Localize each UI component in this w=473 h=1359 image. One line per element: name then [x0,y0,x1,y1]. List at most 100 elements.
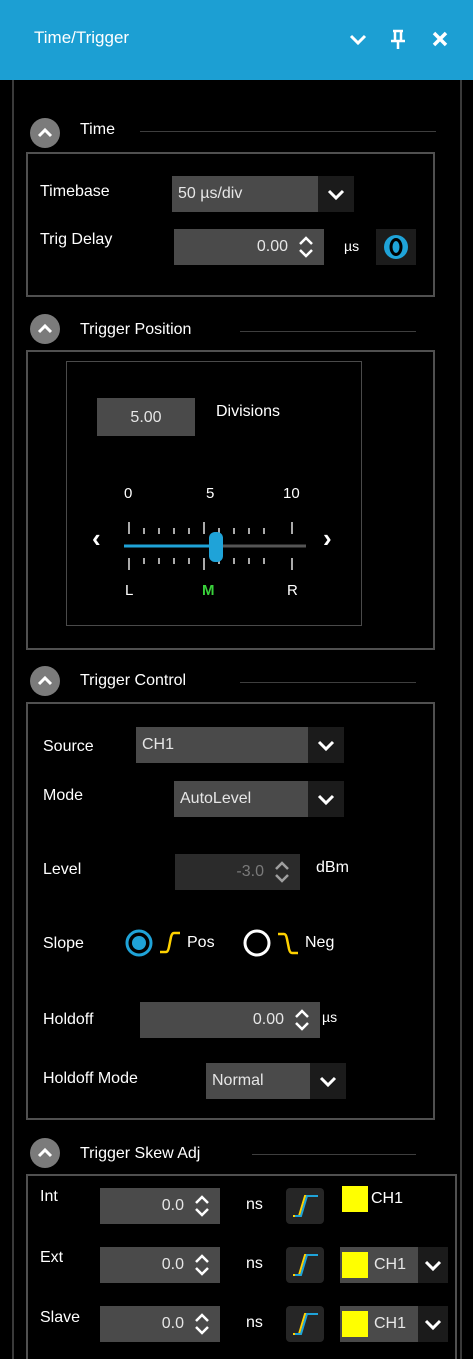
slope-pos-radio[interactable] [124,928,154,958]
section-divider [240,682,416,683]
slope-neg-radio[interactable] [242,928,272,958]
skew-slave-label: Slave [40,1309,81,1326]
chevron-down-icon[interactable] [308,727,344,763]
skew-ext-label: Ext [40,1249,64,1266]
chevron-down-icon[interactable] [343,22,373,56]
pin-icon[interactable] [383,22,413,56]
divisions-label: Divisions [216,403,281,420]
skew-slave-unit: ns [246,1314,263,1331]
rising-edge-icon [157,929,183,957]
trig-delay-spinbox[interactable]: 0.00 [174,229,324,265]
skew-edge-button[interactable] [286,1306,324,1342]
channel-color-swatch [342,1252,368,1278]
trigger-control-group [26,702,435,1120]
scale-tick-0: 0 [124,485,133,502]
spin-arrows-icon[interactable] [288,1005,316,1035]
source-dropdown[interactable]: CH1 [136,727,344,763]
source-value: CH1 [142,736,175,753]
title-bar: Time/Trigger [0,0,473,80]
trig-delay-label: Trig Delay [40,231,113,248]
section-divider [140,131,436,132]
slope-pos-label: Pos [187,934,215,951]
scale-marker-right: R [287,582,298,599]
chevron-down-icon[interactable] [318,176,354,212]
section-title-time: Time [80,121,115,138]
skew-edge-button[interactable] [286,1188,324,1224]
skew-int-spinbox[interactable]: 0.0 [100,1188,220,1224]
skew-ext-channel-dropdown[interactable]: CH1 [340,1247,448,1283]
skew-slave-channel-dropdown[interactable]: CH1 [340,1306,448,1342]
skew-slave-value: 0.0 [161,1315,184,1332]
skew-slave-channel: CH1 [374,1315,407,1332]
skew-ext-spinbox[interactable]: 0.0 [100,1247,220,1283]
spin-arrows-icon[interactable] [188,1191,216,1221]
skew-slave-spinbox[interactable]: 0.0 [100,1306,220,1342]
section-title-trigger-position: Trigger Position [80,321,192,338]
close-icon[interactable] [425,22,455,56]
timebase-label: Timebase [40,183,110,200]
scale-marker-middle: M [202,582,215,599]
holdoff-label: Holdoff [43,1011,94,1028]
spin-arrows-icon[interactable] [268,857,296,887]
window-title: Time/Trigger [34,28,130,47]
mode-value: AutoLevel [180,790,252,807]
spin-arrows-icon[interactable] [292,232,320,262]
collapse-trigger-control-button[interactable] [30,666,60,696]
collapse-trigger-skew-button[interactable] [30,1138,60,1168]
skew-int-channel: CH1 [371,1190,404,1207]
trig-delay-unit: µs [344,238,360,254]
channel-color-swatch [342,1311,368,1337]
chevron-down-icon[interactable] [308,781,344,817]
divisions-field[interactable]: 5.00 [97,398,195,436]
slider-right-arrow[interactable]: › [323,523,332,554]
skew-ext-channel: CH1 [374,1256,407,1273]
skew-int-unit: ns [246,1196,263,1213]
section-title-trigger-skew: Trigger Skew Adj [80,1145,201,1162]
collapse-trigger-position-button[interactable] [30,314,60,344]
trig-delay-value: 0.00 [256,238,288,255]
level-unit: dBm [316,859,349,876]
holdoff-spinbox[interactable]: 0.00 [140,1002,320,1038]
slope-label: Slope [43,935,84,952]
skew-int-label: Int [40,1188,58,1205]
timebase-value: 50 µs/div [178,185,243,202]
holdoff-mode-label: Holdoff Mode [43,1070,138,1087]
scale-tick-5: 5 [206,485,215,502]
timebase-dropdown[interactable]: 50 µs/div [172,176,354,212]
slope-neg-label: Neg [305,934,335,951]
edge-skew-icon [293,1254,318,1276]
time-group [26,152,435,297]
holdoff-unit: µs [322,1009,338,1025]
skew-ext-unit: ns [246,1255,263,1272]
mode-dropdown[interactable]: AutoLevel [174,781,344,817]
skew-ext-value: 0.0 [161,1256,184,1273]
trigger-position-slider[interactable] [84,508,354,590]
zero-icon [384,235,408,259]
chevron-down-icon[interactable] [310,1063,346,1099]
level-value: -3.0 [236,863,264,880]
mode-label: Mode [43,787,84,804]
falling-edge-icon [275,929,301,957]
level-spinbox[interactable]: -3.0 [175,854,300,890]
section-divider [240,331,416,332]
scale-tick-10: 10 [283,485,300,502]
section-divider [252,1154,416,1155]
divisions-value: 5.00 [130,409,162,426]
slider-left-arrow[interactable]: ‹ [92,523,101,554]
edge-skew-icon [293,1313,318,1335]
level-label: Level [43,861,82,878]
skew-edge-button[interactable] [286,1247,324,1283]
holdoff-value: 0.00 [252,1011,284,1028]
section-title-trigger-control: Trigger Control [80,672,187,689]
skew-int-value: 0.0 [161,1197,184,1214]
chevron-down-icon[interactable] [418,1247,448,1283]
spin-arrows-icon[interactable] [188,1309,216,1339]
zero-delay-button[interactable] [376,229,416,265]
edge-skew-icon [293,1195,318,1217]
chevron-down-icon[interactable] [418,1306,448,1342]
scale-marker-left: L [125,582,134,599]
holdoff-mode-value: Normal [212,1072,264,1089]
holdoff-mode-dropdown[interactable]: Normal [206,1063,346,1099]
spin-arrows-icon[interactable] [188,1250,216,1280]
collapse-time-button[interactable] [30,118,60,148]
